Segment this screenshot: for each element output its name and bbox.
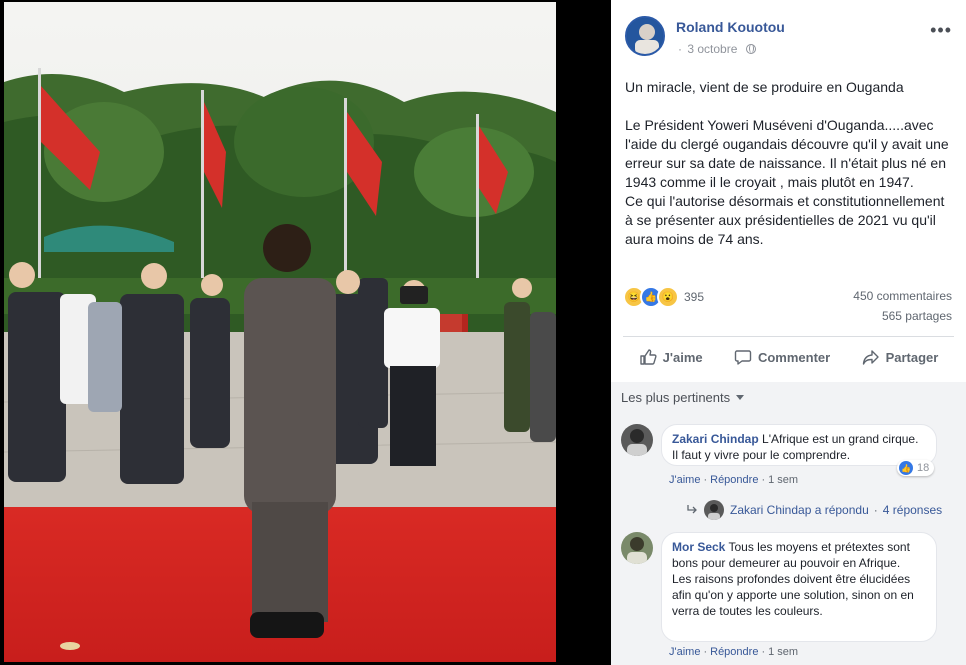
reactions-count: 395 [684,290,705,304]
avatar-image [627,18,663,54]
commenter-avatar[interactable] [621,424,653,456]
like-button[interactable]: J'aime [639,348,703,366]
caret-down-icon [736,395,745,400]
separator: · [873,503,878,517]
replier-avatar [704,500,724,520]
comment-bubble: Mor Seck Tous les moyens et prétextes so… [661,532,937,642]
shares-count-link[interactable]: 565 partages [882,309,952,323]
more-options-icon[interactable]: ••• [930,20,952,41]
comment-item: Zakari Chindap L'Afrique est un grand ci… [621,424,956,544]
comment-reply-link[interactable]: Répondre [710,474,758,486]
share-button-label: Partager [885,349,939,365]
globe-icon [745,44,756,54]
post-meta: · 3 octobre [676,42,756,56]
reply-arrow-icon [687,505,697,514]
comments-count-link[interactable]: 450 commentaires [853,289,952,303]
comment-author[interactable]: Mor Seck [672,540,725,554]
share-button[interactable]: Partager [862,348,939,366]
comment-item: Mor Seck Tous les moyens et prétextes so… [621,532,956,665]
reactions-summary[interactable]: 😆 👍 😮 395 [623,286,704,308]
replies-summary: Zakari Chindap a répondu [730,503,869,517]
comment-sort-dropdown[interactable]: Les plus pertinents [621,390,745,405]
sort-label: Les plus pertinents [621,390,731,405]
post-date[interactable]: 3 octobre [687,42,737,56]
commenter-avatar-image [621,532,653,564]
post-headline: Un miracle, vient de se produire en Ouga… [625,79,904,95]
like-button-label: J'aime [662,349,703,365]
replier-avatar-image [704,500,724,520]
comment-actions: J'aime · Répondre · 1 sem [669,474,798,486]
photo-illustration [4,2,556,662]
separator: · [761,646,766,658]
wow-icon: 😮 [657,286,679,308]
comment-time[interactable]: 1 sem [768,474,798,486]
separator: · [703,474,708,486]
comment-bubble: Zakari Chindap L'Afrique est un grand ci… [661,424,937,466]
photo-viewer [0,0,611,665]
thumb-up-icon [639,349,657,365]
separator: · [703,646,708,658]
comment-icon [734,350,752,365]
view-replies-link[interactable]: Zakari Chindap a répondu · 4 réponses [686,500,942,520]
comment-actions: J'aime · Répondre · 1 sem [669,646,798,658]
post-photo[interactable] [4,2,556,662]
replies-count: 4 réponses [882,503,943,517]
post-actions: J'aime Commenter Partager [623,341,954,373]
separator: · [761,474,766,486]
post-body: Le Président Yoweri Muséveni d'Ouganda..… [625,117,949,247]
author-avatar[interactable] [625,16,665,56]
comment-button[interactable]: Commenter [734,348,830,366]
divider [623,336,954,337]
comment-button-label: Commenter [757,349,831,365]
like-icon: 👍 [899,461,913,475]
commenter-avatar[interactable] [621,532,653,564]
comment-author[interactable]: Zakari Chindap [672,432,759,446]
comment-like-link[interactable]: J'aime [669,646,700,658]
post-header: Roland Kouotou · 3 octobre ••• [625,16,956,60]
comment-like-count: 18 [917,462,930,474]
author-name[interactable]: Roland Kouotou [676,19,785,35]
commenter-avatar-image [621,424,653,456]
comment-like-link[interactable]: J'aime [669,474,700,486]
comments-section: Les plus pertinents Zakari Chindap L'Afr… [611,382,966,665]
post-text: Un miracle, vient de se produire en Ouga… [625,78,955,249]
meta-separator: · [678,42,682,56]
comment-like-badge[interactable]: 👍 18 [897,460,935,476]
comment-time[interactable]: 1 sem [768,646,798,658]
post-stats: 😆 👍 😮 395 450 commentaires 565 partages [623,284,954,332]
comment-reply-link[interactable]: Répondre [710,646,758,658]
share-arrow-icon [862,350,879,365]
post-panel: Roland Kouotou · 3 octobre ••• Un miracl… [611,0,966,665]
